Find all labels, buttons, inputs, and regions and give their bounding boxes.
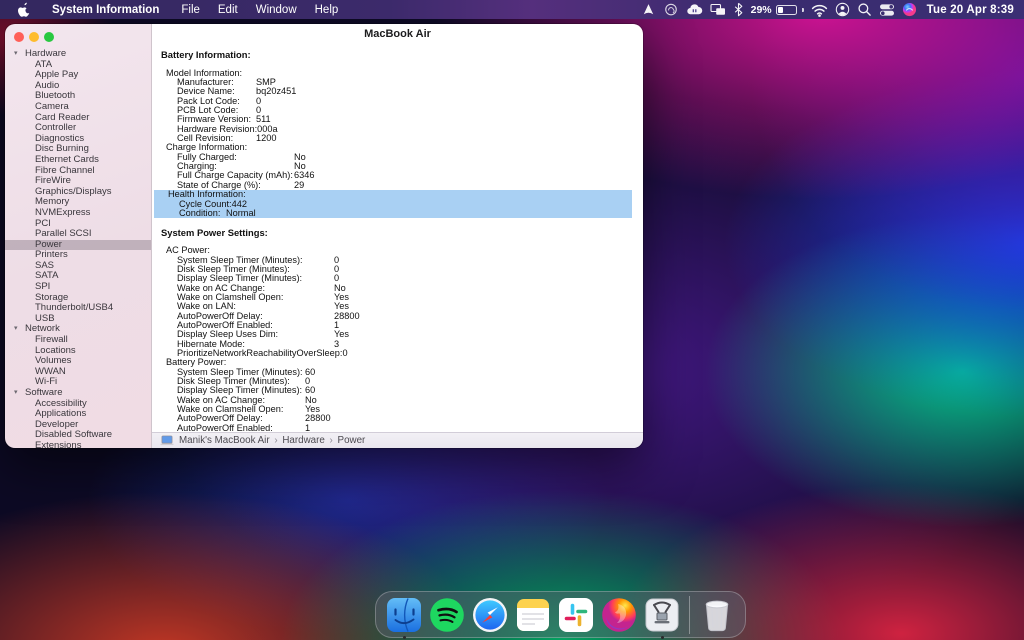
row-value: 1200 — [256, 134, 276, 143]
menu-edit[interactable]: Edit — [209, 4, 247, 16]
sidebar-item-printers[interactable]: Printers — [5, 250, 151, 261]
breadcrumb-item[interactable]: Manik's MacBook Air — [179, 435, 270, 446]
sidebar-item-apple-pay[interactable]: Apple Pay — [5, 70, 151, 81]
sidebar-item-camera[interactable]: Camera — [5, 102, 151, 113]
app-menu-title[interactable]: System Information — [43, 4, 168, 16]
sidebar-item-graphics-displays[interactable]: Graphics/Displays — [5, 187, 151, 198]
battery-icon — [776, 5, 797, 15]
report-row[interactable]: Condition:Normal — [154, 209, 632, 218]
window-title: MacBook Air — [152, 24, 643, 40]
zoom-button[interactable] — [44, 32, 54, 42]
sidebar-item-volumes[interactable]: Volumes — [5, 356, 151, 367]
window-controls — [5, 24, 151, 42]
row-value: Normal — [226, 209, 256, 218]
spacer — [152, 237, 643, 246]
menu-help[interactable]: Help — [306, 4, 348, 16]
display-mirroring-icon[interactable] — [710, 2, 726, 17]
dock-system-information-icon[interactable] — [644, 597, 680, 633]
battery-percent: 29% — [751, 4, 772, 16]
battery-indicator[interactable]: 29% — [751, 4, 804, 16]
desktop-wallpaper: System Information FileEditWindowHelp 29… — [0, 0, 1024, 640]
sidebar-group-network[interactable]: ▾Network — [5, 324, 151, 335]
sidebar-group-software[interactable]: ▾Software — [5, 388, 151, 399]
sidebar-item-wwan[interactable]: WWAN — [5, 367, 151, 378]
report-text: Battery Information:Model Information:Ma… — [152, 50, 643, 433]
menu-window[interactable]: Window — [247, 4, 306, 16]
menu-bar: System Information FileEditWindowHelp 29… — [0, 0, 1024, 19]
sidebar: ▾HardwareATAApple PayAudioBluetoothCamer… — [5, 24, 152, 448]
close-button[interactable] — [14, 32, 24, 42]
siri-icon[interactable] — [902, 2, 917, 17]
dock-separator — [689, 596, 690, 634]
sidebar-item-audio[interactable]: Audio — [5, 81, 151, 92]
sidebar-group-hardware[interactable]: ▾Hardware — [5, 49, 151, 60]
row-value: 0 — [342, 349, 347, 358]
menu-bar-clock[interactable]: Tue 20 Apr 8:39 — [924, 4, 1014, 16]
sidebar-item-power[interactable]: Power — [5, 240, 151, 251]
sidebar-item-card-reader[interactable]: Card Reader — [5, 113, 151, 124]
breadcrumb[interactable]: Manik's MacBook Air › Hardware › Power — [179, 435, 365, 446]
sidebar-item-fibre-channel[interactable]: Fibre Channel — [5, 166, 151, 177]
dock-finder-icon[interactable] — [386, 597, 422, 633]
dock-trash-icon[interactable] — [699, 597, 735, 633]
chevron-down-icon: ▾ — [14, 324, 22, 335]
sidebar-item-sas[interactable]: SAS — [5, 261, 151, 272]
chevron-down-icon: ▾ — [14, 388, 22, 399]
spotlight-search-icon[interactable] — [857, 2, 872, 17]
wifi-icon[interactable] — [811, 3, 828, 17]
section-header[interactable]: System Power Settings: — [152, 228, 643, 237]
sidebar-item-sata[interactable]: SATA — [5, 271, 151, 282]
sidebar-item-spi[interactable]: SPI — [5, 282, 151, 293]
sidebar-item-bluetooth[interactable]: Bluetooth — [5, 91, 151, 102]
dock-firefox-icon[interactable] — [601, 597, 637, 633]
sidebar-item-nvmexpress[interactable]: NVMExpress — [5, 208, 151, 219]
row-label: Condition: — [179, 209, 226, 218]
report-row[interactable]: Fully Charged:No — [152, 153, 643, 162]
sidebar-item-firewall[interactable]: Firewall — [5, 335, 151, 346]
sidebar-group-label: Hardware — [25, 49, 66, 60]
menu-bar-left: System Information FileEditWindowHelp — [0, 2, 347, 17]
dock-spotify-icon[interactable] — [429, 597, 465, 633]
sidebar-item-applications[interactable]: Applications — [5, 409, 151, 420]
chevron-down-icon: ▾ — [14, 49, 22, 60]
breadcrumb-separator: › — [325, 435, 338, 446]
sidebar-item-ethernet-cards[interactable]: Ethernet Cards — [5, 155, 151, 166]
menu-bar-status-area: 29% Tue 20 Apr 8:39 — [641, 2, 1024, 17]
report-pane: MacBook Air Battery Information:Model In… — [152, 24, 643, 448]
menu-file[interactable]: File — [172, 4, 209, 16]
running-indicator — [661, 636, 664, 639]
sidebar-item-locations[interactable]: Locations — [5, 346, 151, 357]
section-header[interactable]: Battery Information: — [152, 50, 643, 59]
breadcrumb-separator: › — [270, 435, 283, 446]
avast-icon[interactable] — [641, 2, 656, 17]
running-indicator — [403, 636, 406, 639]
dock-slack-icon[interactable] — [558, 597, 594, 633]
minimize-button[interactable] — [29, 32, 39, 42]
breadcrumb-item[interactable]: Hardware — [282, 435, 324, 446]
sidebar-tree: ▾HardwareATAApple PayAudioBluetoothCamer… — [5, 49, 151, 448]
system-information-window: ▾HardwareATAApple PayAudioBluetoothCamer… — [5, 24, 643, 448]
sidebar-group-label: Software — [25, 388, 63, 399]
row-value: bq20z451 — [256, 87, 296, 96]
apple-menu-icon[interactable] — [10, 2, 39, 17]
sidebar-item-parallel-scsi[interactable]: Parallel SCSI — [5, 229, 151, 240]
status-bar: Manik's MacBook Air › Hardware › Power — [152, 432, 643, 448]
sidebar-item-ata[interactable]: ATA — [5, 60, 151, 71]
control-center-icon[interactable] — [879, 3, 895, 17]
adobe-creative-cloud-icon[interactable] — [663, 2, 679, 17]
dock-safari-icon[interactable] — [472, 597, 508, 633]
breadcrumb-item[interactable]: Power — [338, 435, 366, 446]
sidebar-item-thunderbolt-usb4[interactable]: Thunderbolt/USB4 — [5, 303, 151, 314]
cloud-sync-paused-icon[interactable] — [686, 2, 703, 17]
bluetooth-icon[interactable] — [733, 2, 744, 17]
row-value: 29 — [294, 181, 304, 190]
sidebar-item-extensions[interactable]: Extensions — [5, 441, 151, 448]
dock — [375, 591, 746, 638]
user-switch-icon[interactable] — [835, 2, 850, 17]
dock-notes-icon[interactable] — [515, 597, 551, 633]
macbook-icon — [160, 435, 174, 446]
